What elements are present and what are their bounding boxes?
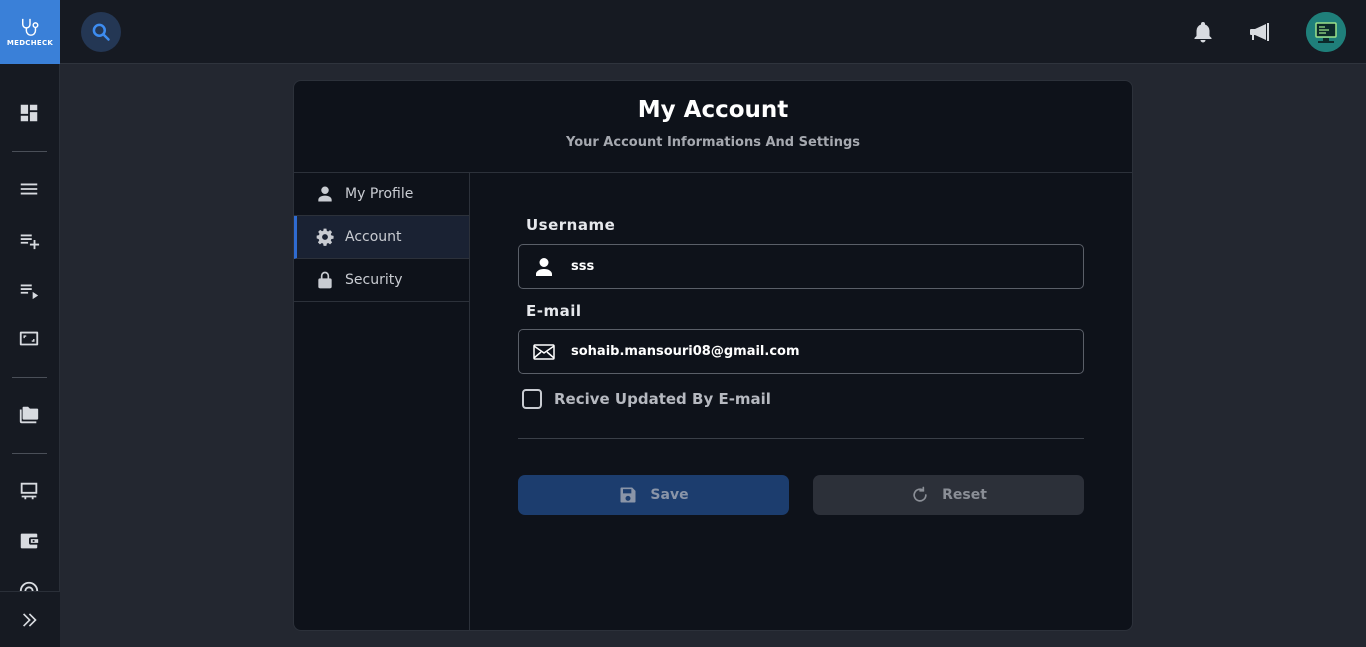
email-field[interactable]: sohaib.mansouri08@gmail.com (518, 329, 1084, 374)
folders-icon[interactable] (17, 403, 41, 427)
notifications-button[interactable] (1191, 20, 1215, 44)
tab-label: Account (345, 229, 402, 245)
playlist-add-icon[interactable] (17, 228, 41, 252)
username-value: sss (571, 259, 595, 274)
bell-icon (1194, 22, 1212, 43)
dashboard-icon[interactable] (17, 101, 41, 125)
playlist-play-icon[interactable] (17, 278, 41, 302)
user-avatar[interactable] (1306, 12, 1346, 52)
megaphone-icon (1250, 23, 1269, 41)
refresh-icon (913, 486, 927, 502)
sidebar-divider (12, 151, 47, 152)
logo-text: MEDCHECK (6, 39, 54, 47)
save-button[interactable]: Save (518, 475, 789, 515)
gear-icon (316, 228, 334, 246)
app-logo[interactable]: MEDCHECK (0, 0, 60, 64)
search-icon (92, 23, 110, 41)
tab-security[interactable]: Security (294, 259, 469, 302)
page-subtitle: Your Account Informations And Settings (565, 135, 861, 150)
double-chevron-right-icon (23, 612, 37, 627)
save-label: Save (650, 487, 689, 503)
username-field[interactable]: sss (518, 244, 1084, 289)
person-icon (536, 257, 552, 276)
sidebar-divider (12, 453, 47, 454)
sidebar-divider (12, 377, 47, 378)
desk-icon[interactable] (17, 479, 41, 503)
email-value: sohaib.mansouri08@gmail.com (571, 344, 800, 359)
menu-icon[interactable] (17, 177, 41, 201)
stethoscope-icon (22, 18, 39, 36)
email-updates-option[interactable]: Recive Updated By E-mail (522, 389, 771, 409)
username-label: Username (526, 216, 616, 234)
floppy-disk-icon (620, 487, 636, 503)
tab-account[interactable]: Account (294, 216, 469, 259)
sidebar: MEDCHECK (0, 0, 60, 647)
reset-label: Reset (942, 487, 987, 503)
email-updates-checkbox[interactable] (522, 389, 542, 409)
tab-my-profile[interactable]: My Profile (294, 173, 469, 216)
reset-button[interactable]: Reset (813, 475, 1084, 515)
account-card: My Account Your Account Informations And… (293, 80, 1133, 631)
email-label: E-mail (526, 302, 582, 320)
tab-label: Security (345, 272, 403, 288)
form-divider (518, 438, 1084, 439)
settings-tabs: My Profile Account Security (294, 173, 470, 630)
envelope-icon (533, 343, 555, 360)
tab-label: My Profile (345, 186, 414, 202)
wallet-icon[interactable] (17, 529, 41, 553)
lock-icon (318, 271, 332, 289)
announcements-button[interactable] (1248, 20, 1272, 44)
person-icon (318, 186, 332, 202)
page-title: My Account (637, 97, 789, 123)
email-updates-label: Recive Updated By E-mail (554, 390, 771, 408)
screen-icon[interactable] (17, 327, 41, 351)
topbar (60, 0, 1366, 64)
card-header: My Account Your Account Informations And… (294, 81, 1132, 173)
sidebar-expand-button[interactable] (0, 591, 60, 647)
search-button[interactable] (81, 12, 121, 52)
